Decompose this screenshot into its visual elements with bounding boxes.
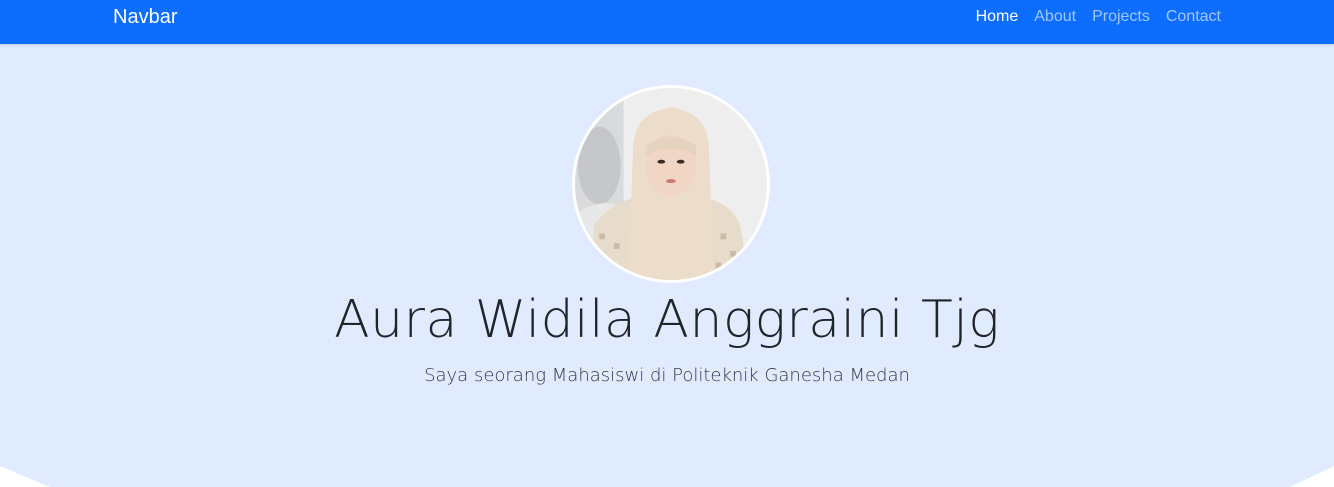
hero-section: Aura Widila Anggraini Tjg Saya seorang M… [0,44,1334,487]
hero-name: Aura Widila Anggraini Tjg [334,290,1000,350]
hero-subtitle: Saya seorang Mahasiswi di Politeknik Gan… [424,365,910,386]
navbar: Navbar Home About Projects Contact [0,0,1334,44]
nav-link-home[interactable]: Home [976,7,1019,27]
nav-link-projects[interactable]: Projects [1092,7,1150,27]
nav-link-contact[interactable]: Contact [1166,7,1221,27]
profile-photo [572,85,770,283]
navbar-brand[interactable]: Navbar [113,6,177,28]
profile-photo-icon [575,88,767,280]
nav-link-about[interactable]: About [1034,7,1076,27]
nav-links: Home About Projects Contact [976,7,1221,27]
